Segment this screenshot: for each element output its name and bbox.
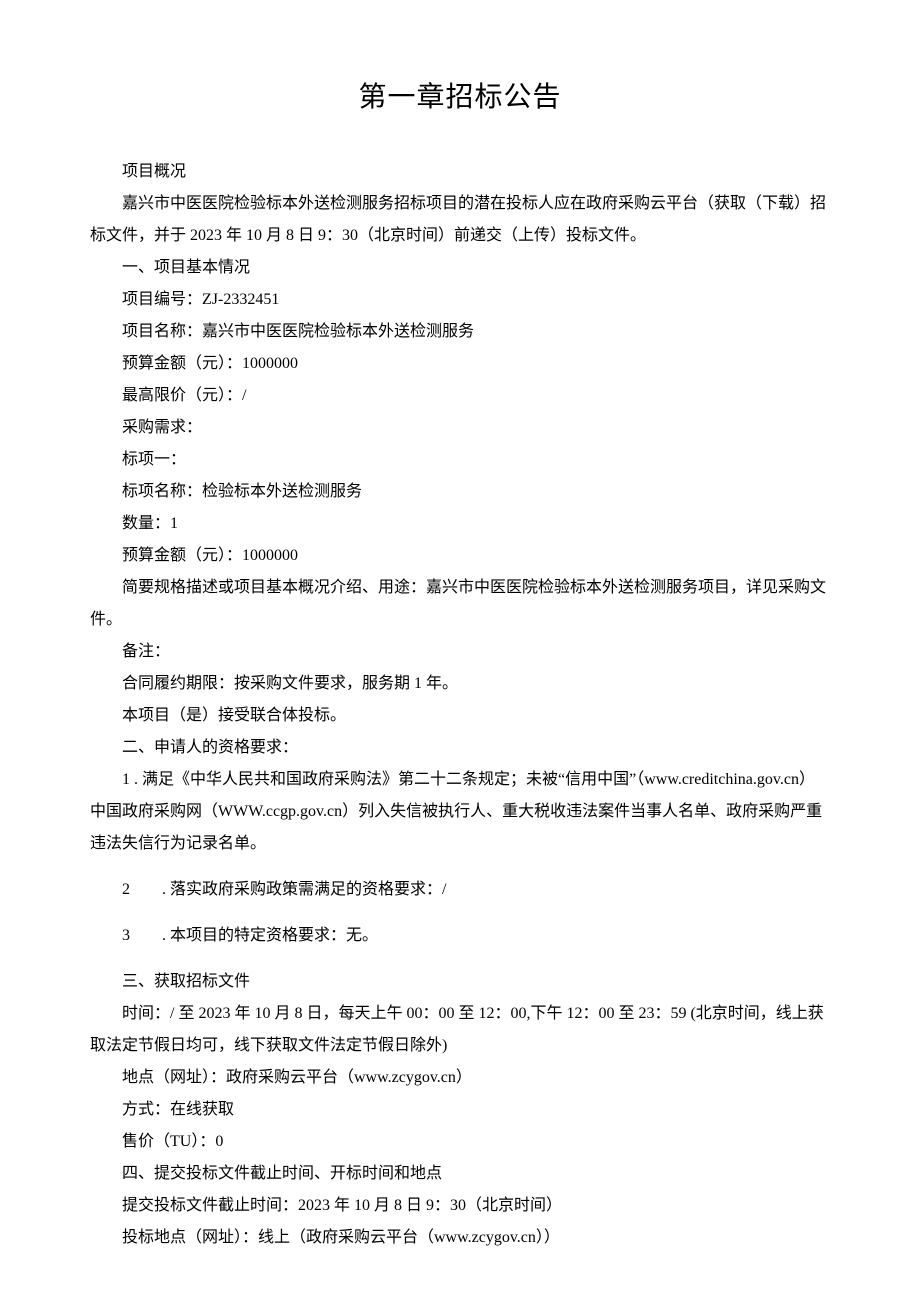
project-overview-text: 嘉兴市中医医院检验标本外送检测服务招标项目的潜在投标人应在政府采购云平台（获取（… <box>90 188 830 252</box>
max-limit: 最高限价（元）：/ <box>90 380 830 412</box>
procurement-needs-label: 采购需求： <box>90 412 830 444</box>
bid-location: 投标地点（网址）：线上（政府采购云平台（www.zcygov.cn）） <box>90 1222 830 1254</box>
quantity: 数量：1 <box>90 508 830 540</box>
consortium-bid: 本项目（是）接受联合体投标。 <box>90 700 830 732</box>
section-1-heading: 一、项目基本情况 <box>90 252 830 284</box>
section-2-heading: 二、申请人的资格要求： <box>90 732 830 764</box>
lot-name: 标项名称：检验标本外送检测服务 <box>90 476 830 508</box>
section-4-heading: 四、提交投标文件截止时间、开标时间和地点 <box>90 1158 830 1190</box>
chapter-title: 第一章招标公告 <box>90 70 830 126</box>
project-overview-label: 项目概况 <box>90 156 830 188</box>
obtain-location: 地点（网址）：政府采购云平台（www.zcygov.cn） <box>90 1062 830 1094</box>
lot-one-label: 标项一： <box>90 444 830 476</box>
qualification-req-1: 1 . 满足《中华人民共和国政府采购法》第二十二条规定；未被“信用中国”（www… <box>90 764 830 860</box>
submit-deadline: 提交投标文件截止时间：2023 年 10 月 8 日 9：30（北京时间） <box>90 1190 830 1222</box>
budget-amount: 预算金额（元）：1000000 <box>90 348 830 380</box>
obtain-time: 时间：/ 至 2023 年 10 月 8 日，每天上午 00：00 至 12：0… <box>90 998 830 1062</box>
brief-description: 简要规格描述或项目基本概况介绍、用途：嘉兴市中医医院检验标本外送检测服务项目，详… <box>90 572 830 636</box>
qualification-req-2: 2 . 落实政府采购政策需满足的资格要求：/ <box>90 874 830 906</box>
obtain-method: 方式：在线获取 <box>90 1094 830 1126</box>
contract-period: 合同履约期限：按采购文件要求，服务期 1 年。 <box>90 668 830 700</box>
project-name: 项目名称：嘉兴市中医医院检验标本外送检测服务 <box>90 316 830 348</box>
lot-budget: 预算金额（元）：1000000 <box>90 540 830 572</box>
qualification-req-3: 3 . 本项目的特定资格要求：无。 <box>90 920 830 952</box>
section-3-heading: 三、获取招标文件 <box>90 966 830 998</box>
price: 售价（TU）：0 <box>90 1126 830 1158</box>
remarks-label: 备注： <box>90 636 830 668</box>
project-number: 项目编号：ZJ-2332451 <box>90 284 830 316</box>
